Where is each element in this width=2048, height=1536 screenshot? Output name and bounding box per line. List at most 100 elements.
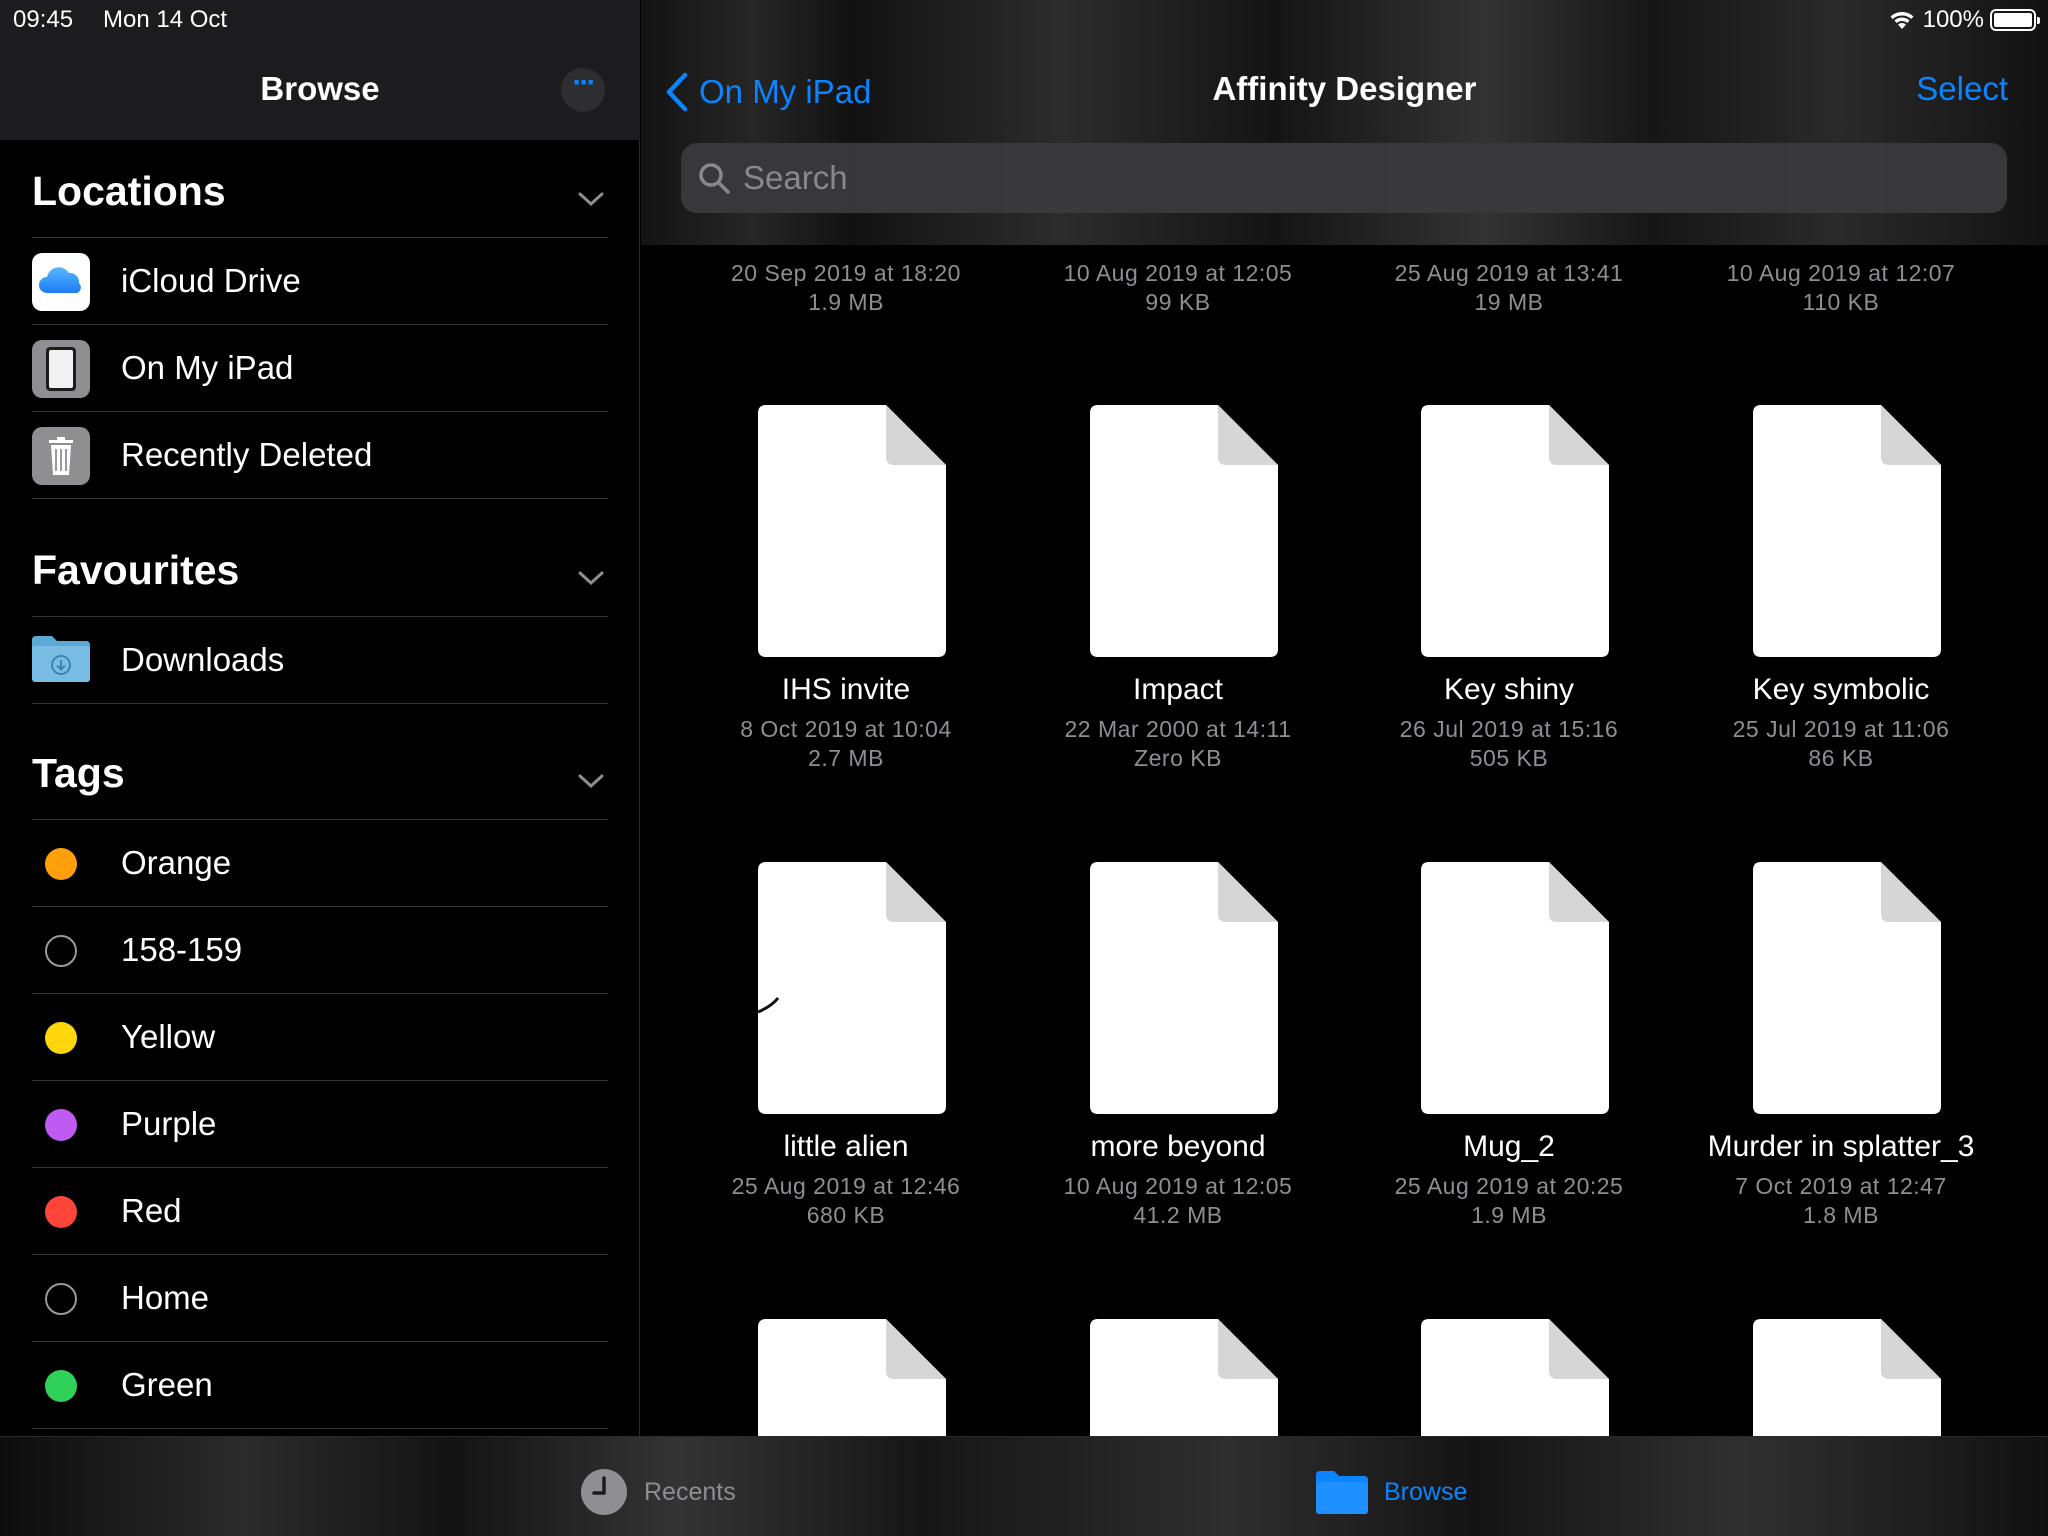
file-size: 680 KB xyxy=(806,1202,886,1228)
tag-color-dot xyxy=(45,1283,77,1315)
sidebar-item-tag-orange[interactable]: Orange xyxy=(32,820,608,907)
search-input[interactable] xyxy=(743,143,1983,213)
tab-recents-label: Recents xyxy=(644,1477,736,1506)
tab-recents[interactable]: Recents xyxy=(580,1467,736,1517)
wifi-icon xyxy=(1890,12,1914,29)
ipad-icon xyxy=(32,340,90,398)
document-icon xyxy=(758,405,946,657)
chevron-down-icon xyxy=(578,192,604,207)
search-bar[interactable] xyxy=(681,143,2007,213)
sidebar-item-label: Green xyxy=(121,1366,213,1403)
file-date: 10 Aug 2019 at 12:05 xyxy=(1063,260,1293,286)
section-header-favourites[interactable]: Favourites xyxy=(32,499,608,617)
sidebar-item-tag-purple[interactable]: Purple xyxy=(32,1081,608,1168)
sidebar-item-label: Downloads xyxy=(121,641,285,678)
file-date: 25 Aug 2019 at 12:46 xyxy=(731,1173,961,1199)
file-name: Key shiny xyxy=(1443,673,1575,706)
document-icon xyxy=(1753,862,1941,1114)
file-name: more beyond xyxy=(1090,1130,1266,1163)
select-button[interactable]: Select xyxy=(1916,70,2008,108)
file-name: Murder in splatter_3 xyxy=(1707,1130,1975,1163)
tag-color-dot xyxy=(45,1022,77,1054)
sidebar-item-label: iCloud Drive xyxy=(121,262,301,299)
sidebar-item-tag-green[interactable]: Green xyxy=(32,1342,608,1429)
section-header-locations[interactable]: Locations xyxy=(32,140,608,238)
sidebar-item-label: Yellow xyxy=(121,1018,216,1055)
file-name: Impact xyxy=(1132,673,1224,706)
tag-color-dot xyxy=(45,848,77,880)
sidebar-item-tag-home[interactable]: Home xyxy=(32,1255,608,1342)
sidebar-item-label: Home xyxy=(121,1279,210,1316)
tag-color-dot xyxy=(45,1109,77,1141)
sidebar-content: Locations iCloud Drive On My iPad Recent… xyxy=(32,140,608,1429)
section-header-tags[interactable]: Tags xyxy=(32,704,608,820)
sidebar-item-tag-yellow[interactable]: Yellow xyxy=(32,994,608,1081)
file-date: 22 Mar 2000 at 14:11 xyxy=(1064,716,1292,742)
file-size: 110 KB xyxy=(1802,289,1880,315)
document-icon xyxy=(1753,405,1941,657)
file-date: 25 Aug 2019 at 20:25 xyxy=(1394,1173,1624,1199)
file-size: 86 KB xyxy=(1808,745,1874,771)
file-name: IHS invite xyxy=(781,673,911,706)
document-icon xyxy=(1090,405,1278,657)
main-content: 20 Sep 2019 at 18:20 1.9 MB 10 Aug 2019 … xyxy=(641,0,2048,1436)
section-title-favourites: Favourites xyxy=(32,547,240,593)
document-icon xyxy=(1421,405,1609,657)
chevron-down-icon xyxy=(578,774,604,789)
trash-icon xyxy=(32,427,90,485)
file-date: 8 Oct 2019 at 10:04 xyxy=(740,716,952,742)
file-date: 7 Oct 2019 at 12:47 xyxy=(1735,1173,1947,1199)
file-date: 25 Aug 2019 at 13:41 xyxy=(1394,260,1624,286)
status-indicators: 100% xyxy=(1887,6,2040,34)
folder-icon xyxy=(1316,1471,1368,1514)
sidebar-item-label: Recently Deleted xyxy=(121,436,373,473)
file-size: 1.9 MB xyxy=(808,289,884,315)
document-icon xyxy=(758,1319,946,1436)
sidebar-item-recently-deleted[interactable]: Recently Deleted xyxy=(32,412,608,499)
sidebar: Browse ··· Locations iCloud Drive On My … xyxy=(0,0,640,1436)
tag-color-dot xyxy=(45,935,77,967)
file-name: Mug_2 xyxy=(1463,1130,1555,1163)
file-date: 25 Jul 2019 at 11:06 xyxy=(1732,716,1950,742)
file-size: Zero KB xyxy=(1134,745,1222,771)
chevron-down-icon xyxy=(578,571,604,586)
file-size: 505 KB xyxy=(1469,745,1549,771)
sidebar-item-label: Red xyxy=(121,1192,182,1229)
search-icon xyxy=(699,163,730,194)
page-title: Affinity Designer xyxy=(1212,70,1477,107)
sidebar-title: Browse xyxy=(260,70,380,107)
file-date: 26 Jul 2019 at 15:16 xyxy=(1399,716,1619,742)
status-date: Mon 14 Oct xyxy=(103,6,228,33)
sidebar-item-icloud-drive[interactable]: iCloud Drive xyxy=(32,238,608,325)
file-size: 1.9 MB xyxy=(1471,1202,1547,1228)
file-size: 41.2 MB xyxy=(1133,1202,1223,1228)
tag-color-dot xyxy=(45,1196,77,1228)
battery-icon xyxy=(1990,9,2040,31)
file-size: 99 KB xyxy=(1145,289,1211,315)
tab-browse-label: Browse xyxy=(1384,1477,1468,1506)
more-button[interactable]: ··· xyxy=(561,68,605,112)
sidebar-item-tag-158-159[interactable]: 158-159 xyxy=(32,907,608,994)
sidebar-item-label: 158-159 xyxy=(121,931,243,968)
document-icon xyxy=(1090,1319,1278,1436)
section-title-locations: Locations xyxy=(32,168,226,214)
sidebar-item-downloads[interactable]: Downloads xyxy=(32,617,608,704)
sidebar-item-on-my-ipad[interactable]: On My iPad xyxy=(32,325,608,412)
file-size: 19 MB xyxy=(1474,289,1544,315)
file-size: 2.7 MB xyxy=(808,745,884,771)
clock-icon xyxy=(581,1469,627,1515)
downloads-folder-icon xyxy=(32,636,90,682)
file-date: 10 Aug 2019 at 12:07 xyxy=(1726,260,1956,286)
sidebar-item-label: Orange xyxy=(121,844,232,881)
file-date: 20 Sep 2019 at 18:20 xyxy=(731,260,961,286)
section-title-tags: Tags xyxy=(32,750,125,796)
tab-browse[interactable]: Browse xyxy=(1316,1467,1467,1517)
file-name: little alien xyxy=(783,1130,909,1163)
document-icon xyxy=(1421,862,1609,1114)
file-size: 1.8 MB xyxy=(1803,1202,1879,1228)
battery-percent: 100% xyxy=(1922,6,1984,33)
sidebar-item-tag-red[interactable]: Red xyxy=(32,1168,608,1255)
more-icon: ··· xyxy=(572,66,597,99)
icloud-icon xyxy=(32,253,90,311)
tab-bar: Recents Browse xyxy=(0,1436,2048,1536)
